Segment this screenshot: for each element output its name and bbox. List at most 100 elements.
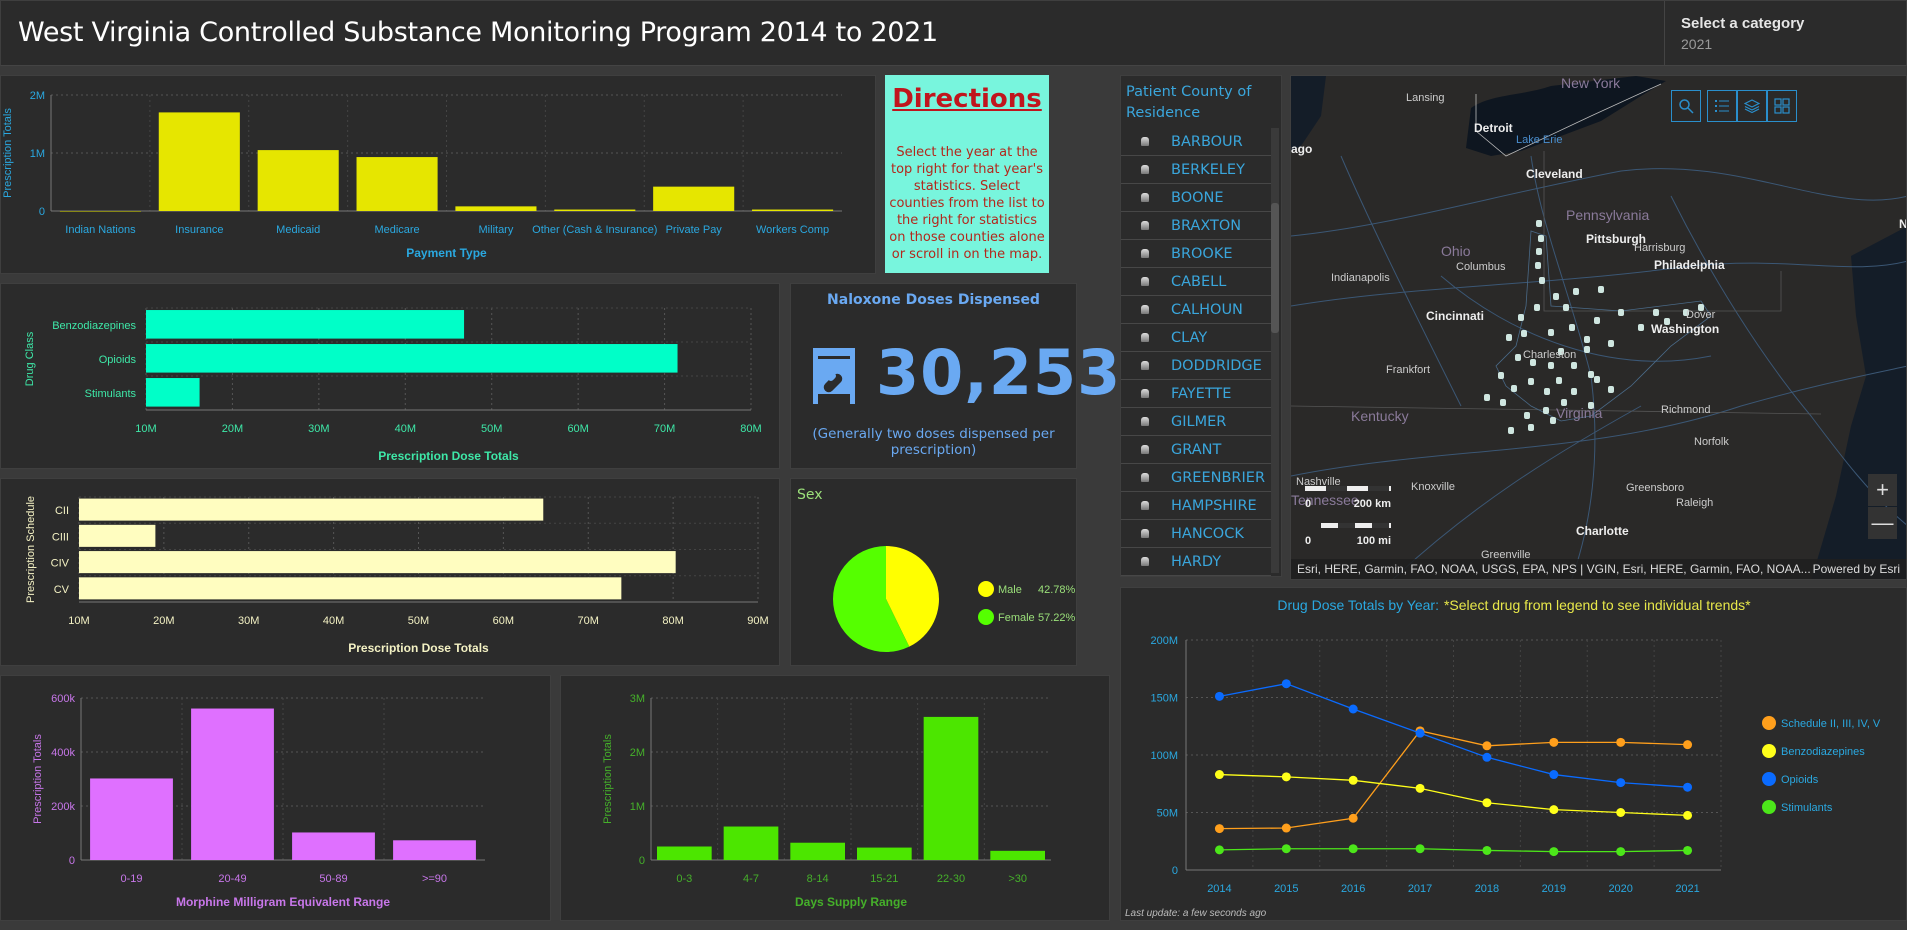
county-marker[interactable] bbox=[1584, 346, 1590, 353]
county-marker[interactable] bbox=[1521, 330, 1527, 337]
county-marker[interactable] bbox=[1518, 314, 1524, 321]
bar-8-14[interactable] bbox=[790, 842, 845, 860]
bar-4-7[interactable] bbox=[723, 826, 779, 860]
data-point[interactable] bbox=[1616, 808, 1626, 817]
county-list-item[interactable]: BROOKE bbox=[1121, 240, 1271, 268]
county-marker[interactable] bbox=[1511, 385, 1517, 392]
bar-indian-nations[interactable] bbox=[59, 211, 141, 212]
county-list-item[interactable]: HAMPSHIRE bbox=[1121, 492, 1271, 520]
data-point[interactable] bbox=[1281, 844, 1291, 854]
bar-other-cash-insurance-[interactable] bbox=[554, 209, 636, 211]
county-marker[interactable] bbox=[1556, 377, 1562, 384]
county-marker[interactable] bbox=[1506, 334, 1512, 341]
map-zoom-out-button[interactable]: — bbox=[1868, 507, 1897, 539]
bar-50-89[interactable] bbox=[292, 832, 375, 860]
data-point[interactable] bbox=[1683, 845, 1693, 855]
county-marker[interactable] bbox=[1563, 304, 1569, 311]
county-list-item[interactable]: CLAY bbox=[1121, 324, 1271, 352]
county-marker[interactable] bbox=[1594, 376, 1600, 383]
legend-item-female[interactable]: Female 57.22% bbox=[978, 609, 1076, 625]
county-list-item[interactable]: BARBOUR bbox=[1121, 128, 1271, 156]
data-point[interactable] bbox=[1549, 805, 1559, 815]
bar-0-19[interactable] bbox=[90, 778, 173, 860]
data-point[interactable] bbox=[1482, 798, 1492, 808]
data-point[interactable] bbox=[1214, 770, 1224, 780]
county-marker[interactable] bbox=[1528, 424, 1534, 431]
county-marker[interactable] bbox=[1638, 324, 1644, 331]
bar-medicare[interactable] bbox=[356, 157, 438, 211]
county-marker[interactable] bbox=[1528, 378, 1534, 385]
county-marker[interactable] bbox=[1535, 262, 1541, 269]
map-basemap-gallery-button[interactable] bbox=[1767, 90, 1797, 122]
county-marker[interactable] bbox=[1653, 309, 1659, 316]
data-point[interactable] bbox=[1348, 844, 1358, 854]
bar-cii[interactable] bbox=[79, 498, 544, 521]
bar--90[interactable] bbox=[393, 840, 476, 860]
data-point[interactable] bbox=[1281, 679, 1291, 689]
powered-by-esri-link[interactable]: Powered by Esri bbox=[1813, 562, 1900, 576]
bar-cv[interactable] bbox=[79, 577, 622, 600]
category-selector-value[interactable]: 2021 bbox=[1681, 36, 1712, 52]
data-point[interactable] bbox=[1616, 847, 1626, 857]
map-layers-button[interactable] bbox=[1737, 90, 1767, 122]
county-list-item[interactable]: GRANT bbox=[1121, 436, 1271, 464]
data-point[interactable] bbox=[1348, 775, 1358, 785]
bar-military[interactable] bbox=[455, 206, 537, 211]
data-point[interactable] bbox=[1482, 741, 1492, 751]
county-marker[interactable] bbox=[1498, 372, 1504, 379]
legend-item-opioids[interactable]: Opioids bbox=[1762, 772, 1819, 786]
map-zoom-in-button[interactable]: + bbox=[1868, 474, 1897, 506]
map-view[interactable]: Lansing Detroit Lake Erie ago Cleveland Penns… bbox=[1290, 75, 1907, 580]
county-marker[interactable] bbox=[1534, 304, 1540, 311]
county-marker[interactable] bbox=[1571, 388, 1577, 395]
data-point[interactable] bbox=[1214, 845, 1224, 855]
bar-22-30[interactable] bbox=[923, 716, 979, 860]
bar-civ[interactable] bbox=[79, 551, 676, 574]
county-marker[interactable] bbox=[1569, 324, 1575, 331]
bar-insurance[interactable] bbox=[158, 112, 240, 211]
bar-opioids[interactable] bbox=[146, 344, 678, 373]
data-point[interactable] bbox=[1415, 783, 1425, 793]
bar-private-pay[interactable] bbox=[653, 186, 735, 211]
data-point[interactable] bbox=[1683, 740, 1693, 750]
county-list-item[interactable]: GREENBRIER bbox=[1121, 464, 1271, 492]
county-marker[interactable] bbox=[1543, 407, 1549, 414]
scrollbar-thumb[interactable] bbox=[1271, 203, 1279, 333]
county-marker[interactable] bbox=[1515, 354, 1521, 361]
county-marker[interactable] bbox=[1588, 371, 1594, 378]
bar-benzodiazepines[interactable] bbox=[146, 310, 465, 339]
county-marker[interactable] bbox=[1524, 412, 1530, 419]
county-marker[interactable] bbox=[1608, 340, 1614, 347]
legend-item-male[interactable]: Male 42.78% bbox=[978, 581, 1076, 597]
county-list-item[interactable]: CABELL bbox=[1121, 268, 1271, 296]
data-point[interactable] bbox=[1281, 772, 1291, 782]
bar-medicaid[interactable] bbox=[257, 150, 339, 211]
bar--30[interactable] bbox=[990, 850, 1045, 860]
data-point[interactable] bbox=[1214, 824, 1224, 834]
data-point[interactable] bbox=[1549, 737, 1559, 747]
county-list-item[interactable]: GILMER bbox=[1121, 408, 1271, 436]
basemap[interactable]: Lansing DetroitLake Erie ago Cleveland Penns… bbox=[1291, 76, 1907, 580]
county-list-item[interactable]: BOONE bbox=[1121, 184, 1271, 212]
county-marker[interactable] bbox=[1584, 336, 1590, 343]
county-marker[interactable] bbox=[1598, 286, 1604, 293]
county-marker[interactable] bbox=[1536, 248, 1542, 255]
county-marker[interactable] bbox=[1538, 235, 1544, 242]
map-legend-button[interactable] bbox=[1707, 90, 1737, 122]
data-point[interactable] bbox=[1683, 810, 1693, 820]
data-point[interactable] bbox=[1482, 845, 1492, 855]
county-marker[interactable] bbox=[1484, 394, 1490, 401]
county-marker[interactable] bbox=[1548, 362, 1554, 369]
county-marker[interactable] bbox=[1536, 220, 1542, 227]
county-marker[interactable] bbox=[1571, 362, 1577, 369]
data-point[interactable] bbox=[1549, 770, 1559, 780]
data-point[interactable] bbox=[1549, 847, 1559, 857]
county-list[interactable]: BARBOUR BERKELEY BOONE BRAXTON BROOKE CABELL C… bbox=[1121, 128, 1271, 576]
county-list-item[interactable]: FAYETTE bbox=[1121, 380, 1271, 408]
county-marker[interactable] bbox=[1618, 309, 1624, 316]
county-list-item[interactable]: DODDRIDGE bbox=[1121, 352, 1271, 380]
data-point[interactable] bbox=[1616, 737, 1626, 747]
county-marker[interactable] bbox=[1539, 277, 1545, 284]
legend-item-stimulants[interactable]: Stimulants bbox=[1762, 800, 1833, 814]
county-marker[interactable] bbox=[1594, 317, 1600, 324]
